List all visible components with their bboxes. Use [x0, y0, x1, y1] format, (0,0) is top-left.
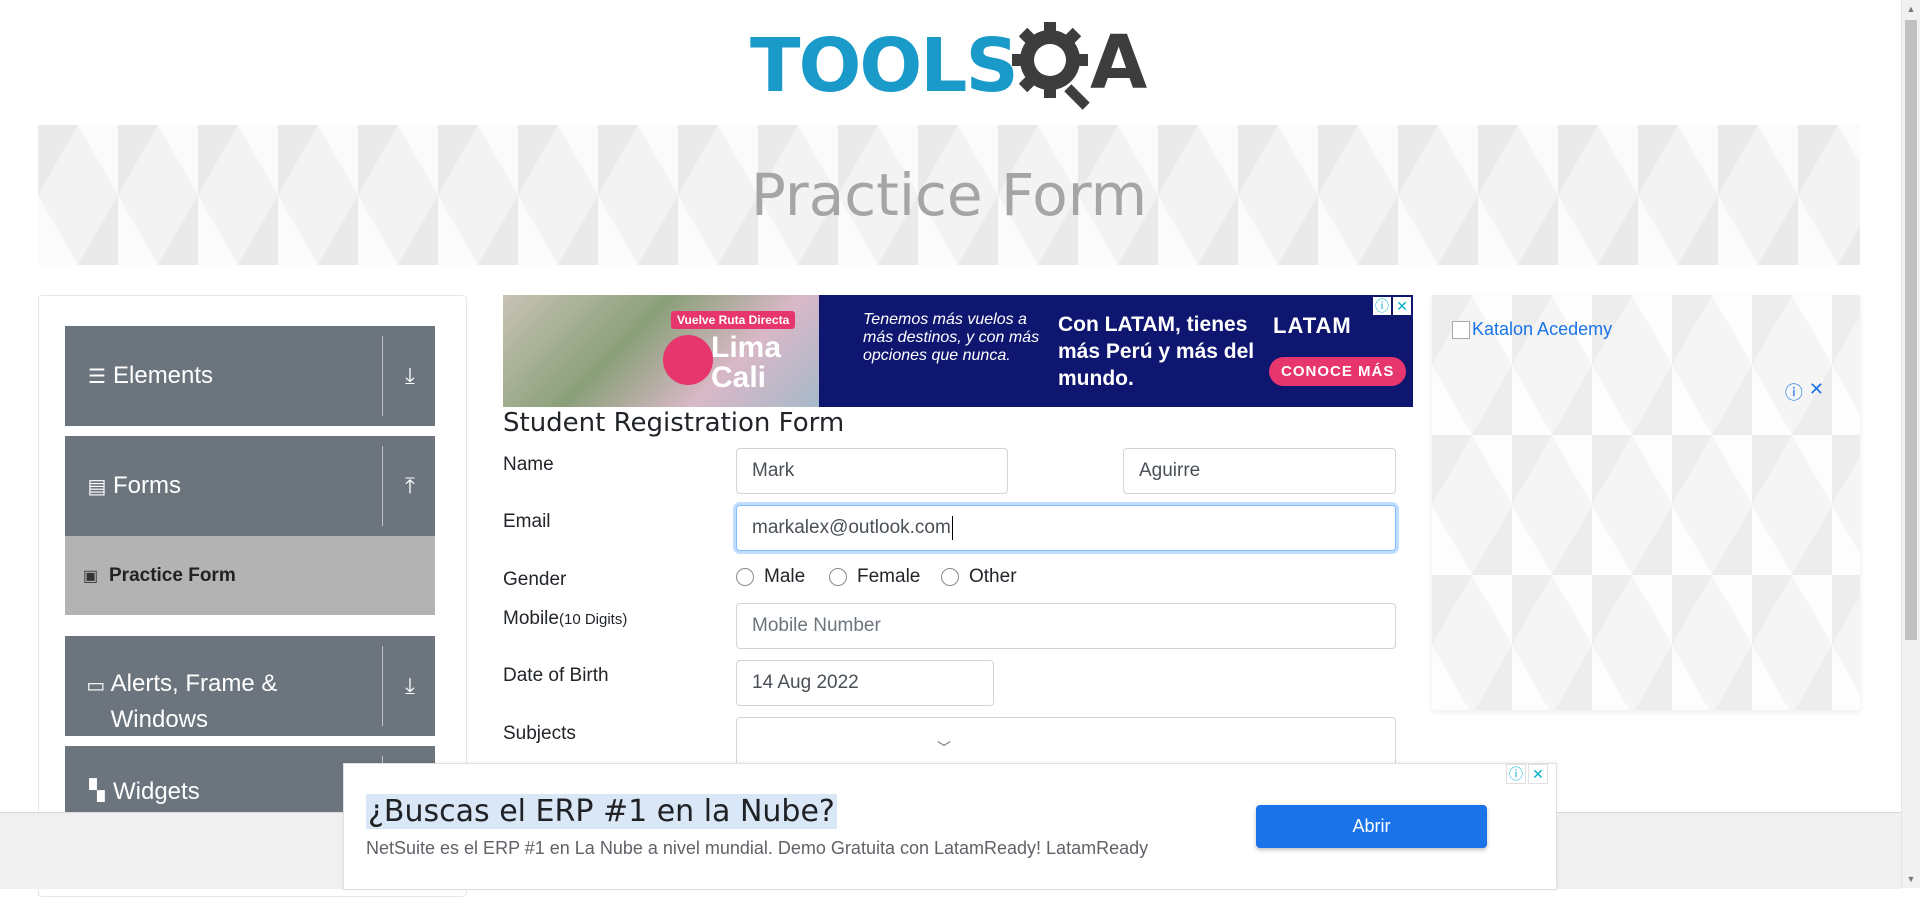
email-label: Email: [503, 511, 551, 532]
open-ad-button[interactable]: Abrir: [1256, 805, 1487, 848]
collapse-icon[interactable]: ⤒: [395, 466, 425, 506]
toolsqa-logo[interactable]: TOOLS A: [750, 18, 1152, 114]
page-banner: Practice Form: [38, 125, 1860, 265]
sidebar-group-elements[interactable]: ☰ Elements ⤓: [65, 326, 435, 426]
katalon-ad-link[interactable]: Katalon Acedemy: [1452, 319, 1612, 340]
ad-brand: LATAM: [1273, 313, 1352, 338]
sidebar-group-label: Forms: [113, 472, 181, 499]
widgets-icon: ▚: [89, 780, 105, 802]
close-icon[interactable]: ✕: [1809, 379, 1824, 405]
ad-badge: Vuelve Ruta Directa: [671, 311, 796, 329]
sidebar-group-alerts[interactable]: ▭ Alerts, Frame & Windows ⤓: [65, 636, 435, 736]
email-value: markalex@outlook.com: [752, 517, 951, 538]
expand-icon[interactable]: ⤓: [395, 356, 425, 396]
scroll-thumb[interactable]: [1905, 20, 1917, 640]
ad-headline: Con LATAM, tienes más Perú y más del mun…: [1058, 313, 1255, 390]
scroll-up-icon[interactable]: ▲: [1902, 0, 1920, 18]
radio-circle-icon: [829, 568, 847, 586]
radio-label: Male: [764, 566, 806, 587]
text-cursor: [951, 516, 953, 540]
logo-text-a: A: [1090, 20, 1148, 106]
ad-cta-button[interactable]: CONOCE MÁS: [1269, 357, 1407, 386]
close-icon[interactable]: ✕: [1393, 297, 1411, 315]
broken-image-icon: [1452, 320, 1470, 339]
chevron-down-icon[interactable]: ﹀: [937, 738, 951, 758]
ad-info-icon[interactable]: ⓘ: [1506, 764, 1526, 784]
window-icon: ▭: [86, 675, 106, 697]
katalon-ad-text: Katalon Acedemy: [1472, 319, 1613, 339]
radio-label: Female: [857, 566, 921, 587]
sidebar-group-forms[interactable]: ▤ Forms ⤒: [65, 436, 435, 536]
divider: [382, 336, 383, 416]
last-name-input[interactable]: Aguirre: [1123, 448, 1396, 494]
sidebar-item-label: Practice Form: [109, 564, 236, 586]
right-ad-panel[interactable]: Katalon Acedemy ⓘ ✕: [1432, 295, 1860, 710]
ad-info-icon[interactable]: ⓘ: [1373, 297, 1391, 315]
ad-info-icon[interactable]: ⓘ: [1785, 379, 1803, 405]
ad-controls: ⓘ ✕: [1373, 297, 1411, 315]
logo-text-tools: TOOLS: [750, 23, 1019, 109]
scroll-down-icon[interactable]: ▼: [1902, 870, 1920, 888]
mobile-hint: (10 Digits): [558, 611, 628, 628]
sidebar-item-practice-form[interactable]: ▣ Practice Form: [65, 536, 435, 615]
mobile-label: Mobile(10 Digits): [503, 608, 627, 630]
divider: [382, 446, 383, 526]
sidebar-group-label: Alerts, Frame & Windows: [110, 670, 278, 733]
form-title: Student Registration Form: [503, 408, 845, 438]
ad-title[interactable]: ¿Buscas el ERP #1 en la Nube?: [366, 794, 837, 829]
date-of-birth-input[interactable]: 14 Aug 2022: [736, 660, 994, 706]
subjects-input[interactable]: ﹀: [736, 717, 1396, 767]
gender-radio-female[interactable]: Female: [829, 566, 920, 588]
divider: [382, 646, 383, 726]
netsuite-ad[interactable]: ¿Buscas el ERP #1 en la Nube? NetSuite e…: [343, 763, 1557, 890]
ad-logo-circle: [663, 335, 713, 385]
page-scrollbar[interactable]: ▲ ▼: [1901, 0, 1920, 888]
gender-label: Gender: [503, 569, 567, 590]
ad-controls: ⓘ ✕: [1785, 379, 1824, 405]
gender-radio-male[interactable]: Male: [736, 566, 805, 588]
ad-controls: ⓘ ✕: [1506, 764, 1548, 784]
radio-circle-icon: [736, 568, 754, 586]
dob-label: Date of Birth: [503, 665, 609, 686]
gender-radio-other[interactable]: Other: [941, 566, 1017, 588]
radio-label: Other: [969, 566, 1017, 587]
sidebar-group-label: Widgets: [113, 778, 200, 805]
latam-ad-banner[interactable]: Vuelve Ruta Directa Lima Cali Tenemos má…: [503, 295, 1413, 407]
gear-magnifier-icon: [1012, 22, 1090, 110]
name-label: Name: [503, 454, 554, 475]
expand-icon[interactable]: ⤓: [395, 666, 425, 706]
radio-circle-icon: [941, 568, 959, 586]
mobile-label-text: Mobile: [503, 608, 559, 629]
sidebar-group-label: Elements: [113, 362, 214, 389]
close-icon[interactable]: ✕: [1528, 764, 1548, 784]
ad-description: NetSuite es el ERP #1 en La Nube a nivel…: [366, 838, 1149, 858]
ad-tagline: Tenemos más vuelos a más destinos, y con…: [863, 311, 1040, 364]
subjects-label: Subjects: [503, 723, 576, 744]
page-title: Practice Form: [750, 161, 1148, 229]
hamburger-icon: ☰: [88, 365, 106, 388]
form-icon: ▣: [83, 567, 99, 585]
first-name-input[interactable]: Mark: [736, 448, 1008, 494]
ad-destination: Lima Cali: [711, 331, 782, 394]
mobile-number-input[interactable]: Mobile Number: [736, 603, 1396, 649]
document-icon: ▤: [87, 475, 107, 498]
email-input[interactable]: markalex@outlook.com: [736, 505, 1396, 551]
